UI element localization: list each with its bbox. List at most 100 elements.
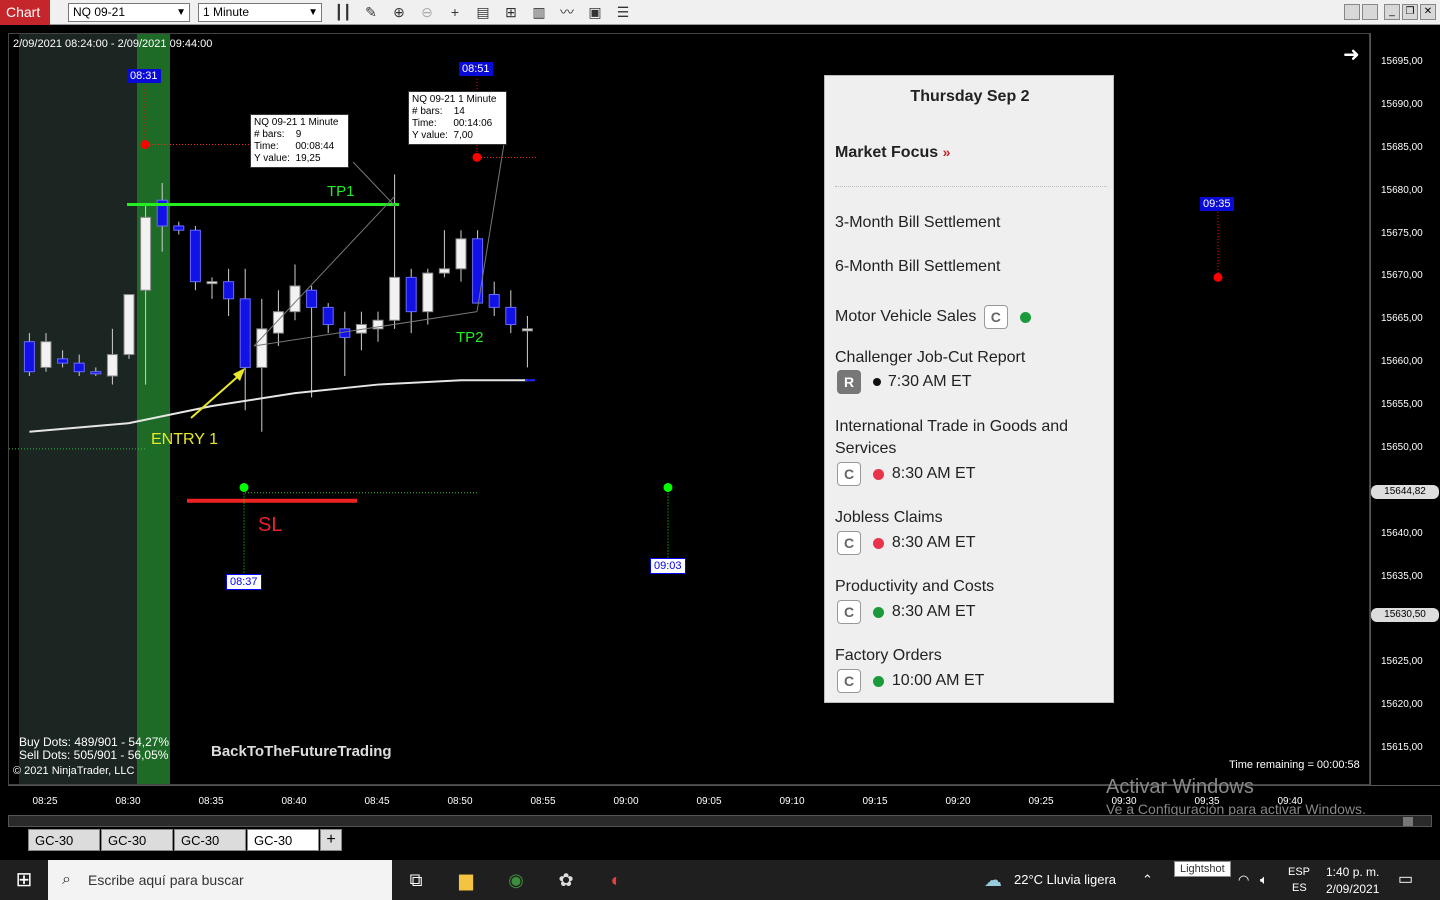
windows-start-icon[interactable]: ⊞ (0, 860, 48, 900)
event-name[interactable]: International Trade in Goods and (835, 418, 1068, 436)
event-name[interactable]: Productivity and Costs (835, 578, 994, 596)
tab-gc30-2[interactable]: GC-30 (101, 829, 173, 851)
event-detail: C 10:00 AM ET (837, 669, 984, 693)
event-name[interactable]: Factory Orders (835, 647, 942, 665)
scroll-thumb[interactable] (1403, 817, 1413, 826)
weather-text[interactable]: 22°C Lluvia ligera (1014, 860, 1116, 900)
wifi-icon[interactable]: ◠ (1238, 860, 1249, 900)
lightshot-tooltip: Lightshot (1174, 861, 1231, 877)
drawing-tool-icon[interactable]: ✎ (362, 3, 380, 21)
strategies-icon[interactable]: 〰 (558, 3, 576, 21)
price-tick-label: 15685,00 (1381, 141, 1423, 153)
event-status-dot (1020, 311, 1032, 323)
info-time-value: 00:14:06 (453, 118, 493, 129)
language-code[interactable]: ESP (1288, 866, 1310, 878)
clock-time[interactable]: 1:40 p. m. (1326, 865, 1379, 879)
instrument-selector[interactable]: NQ 09-21 ▼ (68, 3, 190, 22)
zoom-out-icon[interactable]: ⊖ (418, 3, 436, 21)
volume-icon[interactable]: 🔈︎ (1260, 860, 1268, 900)
info-bars-label: # bars: (412, 106, 443, 117)
time-tick-label: 08:55 (530, 796, 556, 807)
measure-line (476, 143, 505, 312)
indicators-icon[interactable]: ▥ (530, 3, 548, 21)
tp1-label: TP1 (327, 183, 355, 200)
info-time-row: Time: 00:08:44 (254, 141, 345, 153)
event-name[interactable]: Challenger Job-Cut Report (835, 349, 1025, 367)
add-tab-button[interactable]: + (320, 829, 342, 851)
tab-gc30-4[interactable]: GC-30 (247, 829, 319, 851)
chart-tabs: GC-30 GC-30 GC-30 GC-30 + (0, 827, 1440, 853)
time-marker-0831[interactable]: 08:31 (127, 69, 161, 83)
event-detail: C 8:30 AM ET (837, 600, 976, 624)
interval-selector[interactable]: 1 Minute ▼ (198, 3, 322, 22)
time-tick-label: 08:30 (115, 796, 141, 807)
notification-icon[interactable]: ▭ (1398, 860, 1413, 900)
market-focus-link[interactable]: Market Focus » (835, 144, 950, 162)
event-badge: C (983, 305, 1008, 329)
info-title: NQ 09-21 1 Minute (412, 94, 497, 105)
chart-scrollbar[interactable] (8, 815, 1432, 827)
info-time-label: Time: (412, 118, 437, 129)
file-explorer-icon[interactable]: ▆ (448, 866, 484, 894)
buy-dots-stat: Buy Dots: 489/901 - 54,27% (19, 735, 170, 749)
candle-body (521, 328, 533, 332)
event-name[interactable]: Jobless Claims (835, 509, 943, 527)
measure-line (253, 311, 478, 347)
zoom-in-icon[interactable]: ⊕ (390, 3, 408, 21)
chart-panel[interactable]: 2/09/2021 08:24:00 - 2/09/2021 09:44:00 … (8, 33, 1370, 785)
price-chart[interactable]: TP1 TP2 ENTRY 1 SL (9, 34, 1370, 785)
tp2-label: TP2 (456, 329, 484, 346)
candle-body (40, 341, 52, 368)
task-view-icon[interactable]: ⧉ (398, 866, 434, 894)
crosshair-icon[interactable]: + (446, 3, 464, 21)
candle-body (438, 268, 450, 274)
marker-dot (663, 482, 673, 492)
language-region[interactable]: ES (1292, 882, 1307, 894)
price-axis[interactable]: 15695,00 15690,00 15685,00 15680,00 15675,00… (1370, 33, 1440, 785)
data-series-icon[interactable]: ⊞ (502, 3, 520, 21)
chart-title: Chart (0, 0, 50, 25)
bars-type-icon[interactable]: ┃┃ (334, 3, 352, 21)
tab-gc30-1[interactable]: GC-30 (28, 829, 100, 851)
event-name[interactable]: 3-Month Bill Settlement (835, 214, 1000, 232)
templates-icon[interactable]: ▣ (586, 3, 604, 21)
time-tick-label: 09:10 (779, 796, 805, 807)
properties-icon[interactable]: ▤ (474, 3, 492, 21)
price-tick-label: 15620,00 (1381, 699, 1423, 711)
info-time-row: Time: 00:14:06 (412, 118, 503, 130)
restore-panel-icon[interactable] (1344, 4, 1360, 20)
copyright: © 2021 NinjaTrader, LLC (13, 765, 135, 777)
maximize-icon[interactable]: ❐ (1402, 4, 1418, 20)
weather-icon[interactable]: ☁ (984, 860, 1002, 900)
info-time-value: 00:08:44 (295, 141, 335, 152)
arrow-right-icon[interactable]: ➜ (1343, 42, 1360, 67)
event-row[interactable]: Motor Vehicle Sales C (835, 305, 1034, 329)
time-marker-0837[interactable]: 08:37 (226, 574, 262, 590)
sl-label: SL (258, 514, 282, 536)
clock-date[interactable]: 2/09/2021 (1326, 882, 1379, 896)
chrome-icon[interactable]: ◉ (498, 866, 534, 894)
taskbar-search[interactable]: ⌕ Escribe aquí para buscar (48, 860, 392, 900)
entry-arrow (190, 371, 244, 419)
time-marker-0851[interactable]: 08:51 (459, 62, 493, 76)
ninjatrader-window: Chart NQ 09-21 ▼ 1 Minute ▼ ┃┃ ✎ ⊕ ⊖ + ▤… (0, 0, 1440, 900)
panel-divider (835, 186, 1107, 187)
tab-gc30-3[interactable]: GC-30 (174, 829, 246, 851)
event-badge: C (837, 669, 861, 693)
time-marker-0903[interactable]: 09:03 (650, 558, 686, 574)
time-marker-0935[interactable]: 09:35 (1200, 197, 1234, 211)
list-icon[interactable]: ☰ (614, 3, 632, 21)
chevron-up-icon[interactable]: ⌃ (1142, 860, 1153, 900)
event-status-dot (873, 378, 882, 386)
time-tick-label: 08:35 (198, 796, 224, 807)
ninjatrader-icon[interactable]: ◐ (598, 866, 634, 894)
event-name[interactable]: 6-Month Bill Settlement (835, 258, 1000, 276)
candle-body (189, 229, 201, 283)
entry-label: ENTRY 1 (151, 431, 218, 448)
close-icon[interactable]: ✕ (1420, 4, 1436, 20)
event-detail: C 8:30 AM ET (837, 531, 976, 555)
app-icon[interactable]: ✿ (548, 866, 584, 894)
event-detail: R 7:30 AM ET (837, 370, 972, 394)
minimize-icon[interactable]: _ (1384, 4, 1400, 20)
split-panel-icon[interactable] (1362, 4, 1378, 20)
